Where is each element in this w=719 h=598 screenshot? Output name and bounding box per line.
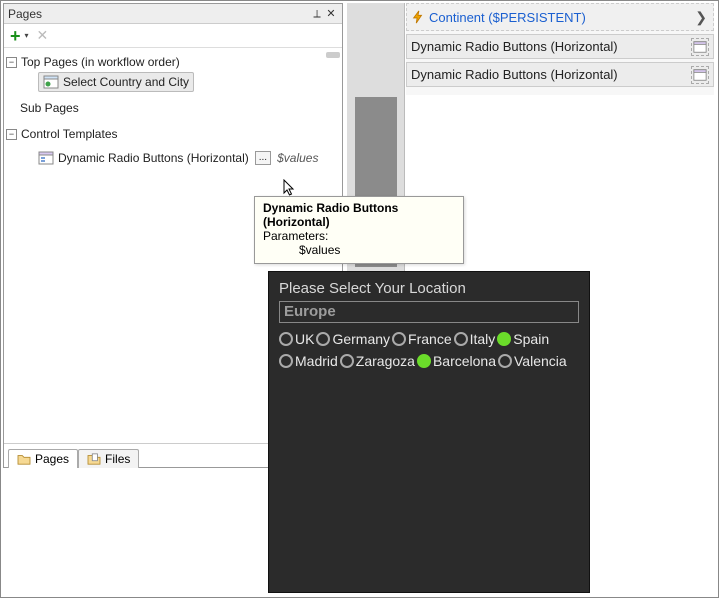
template-badge-icon <box>691 38 709 56</box>
tooltip: Dynamic Radio Buttons (Horizontal) Param… <box>254 196 464 264</box>
country-radio-spain[interactable]: Spain <box>497 331 549 347</box>
header-text: Dynamic Radio Buttons (Horizontal) <box>411 39 618 54</box>
sub-pages-label: Sub Pages <box>20 101 79 115</box>
countries-row: UK Germany France Italy Spain <box>279 331 579 347</box>
radio-circle-icon <box>417 354 431 368</box>
page-icon <box>43 74 59 90</box>
bolt-icon <box>411 10 425 24</box>
tooltip-title: Dynamic Radio Buttons (Horizontal) <box>263 201 455 229</box>
tooltip-param: $values <box>263 243 455 257</box>
radio-label: Italy <box>470 331 496 347</box>
panel-titlebar: Pages ⟂ ✕ <box>4 4 342 24</box>
template-params: $values <box>277 151 318 165</box>
panel-toolbar: + ▾ ✕ <box>4 24 342 48</box>
tree-section-sub-pages[interactable]: Sub Pages <box>6 98 340 118</box>
country-radio-uk[interactable]: UK <box>279 331 314 347</box>
radio-circle-icon <box>454 332 468 346</box>
tree-item-select-country[interactable]: Select Country and City <box>6 72 340 92</box>
header-row-continent[interactable]: Continent ($PERSISTENT) ❯ <box>406 3 714 31</box>
header-text: Continent ($PERSISTENT) <box>429 10 586 25</box>
collapse-icon[interactable]: − <box>6 129 17 140</box>
add-dropdown-icon[interactable]: ▾ <box>25 31 29 40</box>
tree-item-label: Select Country and City <box>63 75 189 89</box>
template-badge-icon <box>691 66 709 84</box>
collapse-icon[interactable]: − <box>6 57 17 68</box>
top-pages-label: Top Pages (in workflow order) <box>21 55 180 69</box>
tree-section-control-templates[interactable]: − Control Templates <box>6 124 340 144</box>
tab-pages[interactable]: Pages <box>8 449 78 468</box>
tree-item-dynamic-radio[interactable]: Dynamic Radio Buttons (Horizontal) ... $… <box>6 148 340 168</box>
cursor-icon <box>283 179 297 197</box>
tree-section-top-pages[interactable]: − Top Pages (in workflow order) <box>6 52 340 72</box>
city-radio-barcelona[interactable]: Barcelona <box>417 353 496 369</box>
files-icon <box>87 453 101 465</box>
radio-circle-icon <box>392 332 406 346</box>
radio-label: Barcelona <box>433 353 496 369</box>
close-icon[interactable]: ✕ <box>324 4 338 24</box>
city-radio-madrid[interactable]: Madrid <box>279 353 338 369</box>
tree-item-label: Dynamic Radio Buttons (Horizontal) <box>58 151 249 165</box>
ellipsis-button[interactable]: ... <box>255 151 271 165</box>
tab-label: Pages <box>35 452 69 466</box>
city-radio-valencia[interactable]: Valencia <box>498 353 567 369</box>
scrollbar-thumb[interactable] <box>326 52 340 58</box>
radio-circle-icon <box>497 332 511 346</box>
radio-circle-icon <box>316 332 330 346</box>
header-text: Dynamic Radio Buttons (Horizontal) <box>411 67 618 82</box>
radio-label: Madrid <box>295 353 338 369</box>
add-button[interactable]: + <box>10 28 21 44</box>
radio-label: Germany <box>332 331 390 347</box>
header-row-dynamic-2[interactable]: Dynamic Radio Buttons (Horizontal) <box>406 62 714 87</box>
radio-label: UK <box>295 331 314 347</box>
radio-circle-icon <box>279 354 293 368</box>
radio-circle-icon <box>279 332 293 346</box>
cities-row: Madrid Zaragoza Barcelona Valencia <box>279 353 579 369</box>
location-prompt: Please Select Your Location <box>279 280 579 297</box>
city-radio-zaragoza[interactable]: Zaragoza <box>340 353 415 369</box>
radio-circle-icon <box>340 354 354 368</box>
region-input[interactable]: Europe <box>279 301 579 323</box>
folder-icon <box>17 453 31 465</box>
template-icon <box>38 150 54 166</box>
pin-icon[interactable]: ⟂ <box>310 4 324 24</box>
tooltip-params-label: Parameters: <box>263 229 455 243</box>
control-templates-label: Control Templates <box>21 127 118 141</box>
header-row-dynamic-1[interactable]: Dynamic Radio Buttons (Horizontal) <box>406 34 714 59</box>
right-header: Continent ($PERSISTENT) ❯ Dynamic Radio … <box>406 3 714 95</box>
country-radio-france[interactable]: France <box>392 331 452 347</box>
remove-button-disabled: ✕ <box>37 27 49 44</box>
radio-label: France <box>408 331 452 347</box>
radio-label: Spain <box>513 331 549 347</box>
country-radio-germany[interactable]: Germany <box>316 331 390 347</box>
country-radio-italy[interactable]: Italy <box>454 331 496 347</box>
radio-label: Zaragoza <box>356 353 415 369</box>
tab-label: Files <box>105 452 130 466</box>
radio-label: Valencia <box>514 353 567 369</box>
tab-files[interactable]: Files <box>78 449 139 468</box>
panel-title: Pages <box>8 4 310 24</box>
radio-circle-icon <box>498 354 512 368</box>
location-panel: Please Select Your Location Europe UK Ger… <box>268 271 590 593</box>
chevron-right-icon[interactable]: ❯ <box>695 9 707 26</box>
